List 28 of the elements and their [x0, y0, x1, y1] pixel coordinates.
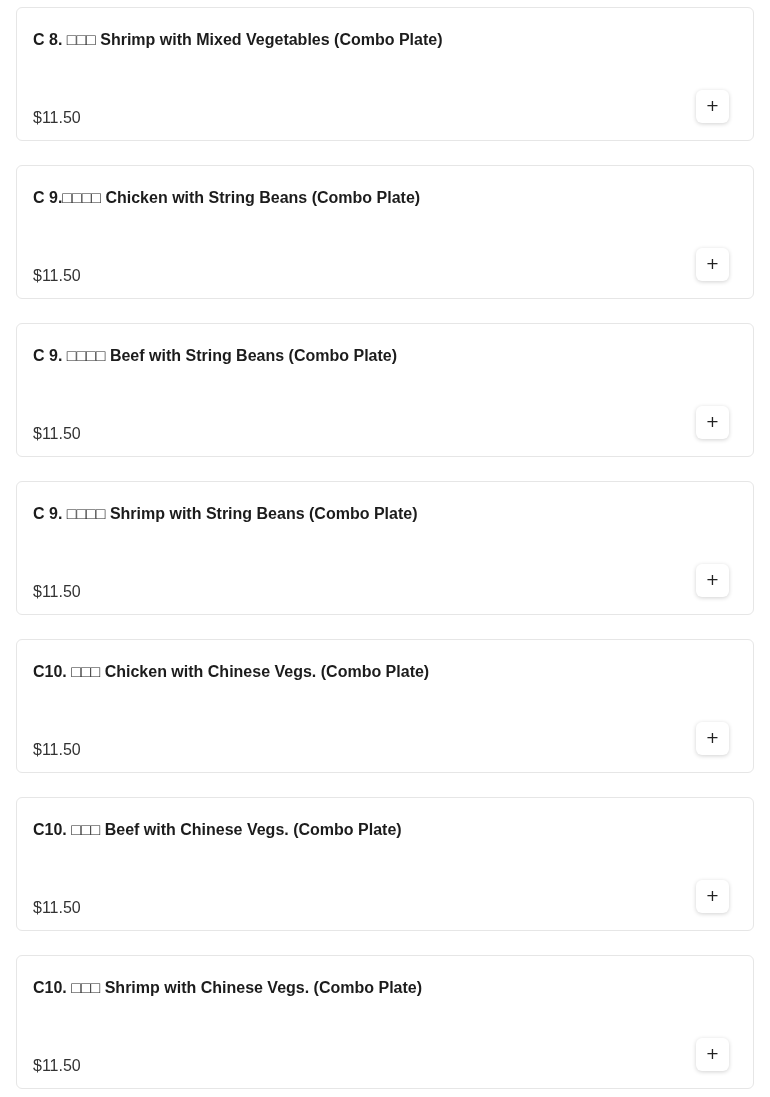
add-button[interactable]: + — [696, 89, 729, 123]
add-button[interactable]: + — [696, 879, 729, 913]
item-price: $11.50 — [33, 109, 81, 127]
menu-item-card[interactable]: C 9. □□□□ Beef with String Beans (Combo Plate) $11.50 + — [16, 323, 754, 457]
add-button[interactable]: + — [696, 405, 729, 439]
item-price: $11.50 — [33, 267, 81, 285]
item-name: C 9. □□□□ Shrimp with String Beans (Combo Plate) — [33, 504, 419, 524]
add-button[interactable]: + — [696, 563, 729, 597]
menu-item-card[interactable]: C 9.□□□□ Chicken with String Beans (Combo Plate) $11.50 + — [16, 165, 754, 299]
item-name: C 9.□□□□ Chicken with String Beans (Combo Plate) — [33, 188, 422, 208]
add-button[interactable]: + — [696, 721, 729, 755]
menu-item-card[interactable]: C 9. □□□□ Shrimp with String Beans (Combo Plate) $11.50 + — [16, 481, 754, 615]
menu-item-card[interactable]: C 8. □□□ Shrimp with Mixed Vegetables (Combo Plate) $11.50 + — [16, 7, 754, 141]
item-name: C10. □□□ Chicken with Chinese Vegs. (Combo Plate) — [33, 662, 431, 682]
add-button[interactable]: + — [696, 247, 729, 281]
add-button[interactable]: + — [696, 1037, 729, 1071]
item-name: C10. □□□ Shrimp with Chinese Vegs. (Combo Plate) — [33, 978, 424, 998]
menu-item-card[interactable]: C10. □□□ Beef with Chinese Vegs. (Combo Plate) $11.50 + — [16, 797, 754, 931]
menu-item-card[interactable]: C10. □□□ Chicken with Chinese Vegs. (Combo Plate) $11.50 + — [16, 639, 754, 773]
item-name: C 9. □□□□ Beef with String Beans (Combo Plate) — [33, 346, 399, 366]
item-price: $11.50 — [33, 1057, 81, 1075]
item-price: $11.50 — [33, 425, 81, 443]
item-name: C10. □□□ Beef with Chinese Vegs. (Combo Plate) — [33, 820, 403, 840]
item-price: $11.50 — [33, 741, 81, 759]
item-name: C 8. □□□ Shrimp with Mixed Vegetables (Combo Plate) — [33, 30, 444, 50]
item-price: $11.50 — [33, 899, 81, 917]
menu-item-card[interactable]: C10. □□□ Shrimp with Chinese Vegs. (Combo Plate) $11.50 + — [16, 955, 754, 1089]
item-price: $11.50 — [33, 583, 81, 601]
